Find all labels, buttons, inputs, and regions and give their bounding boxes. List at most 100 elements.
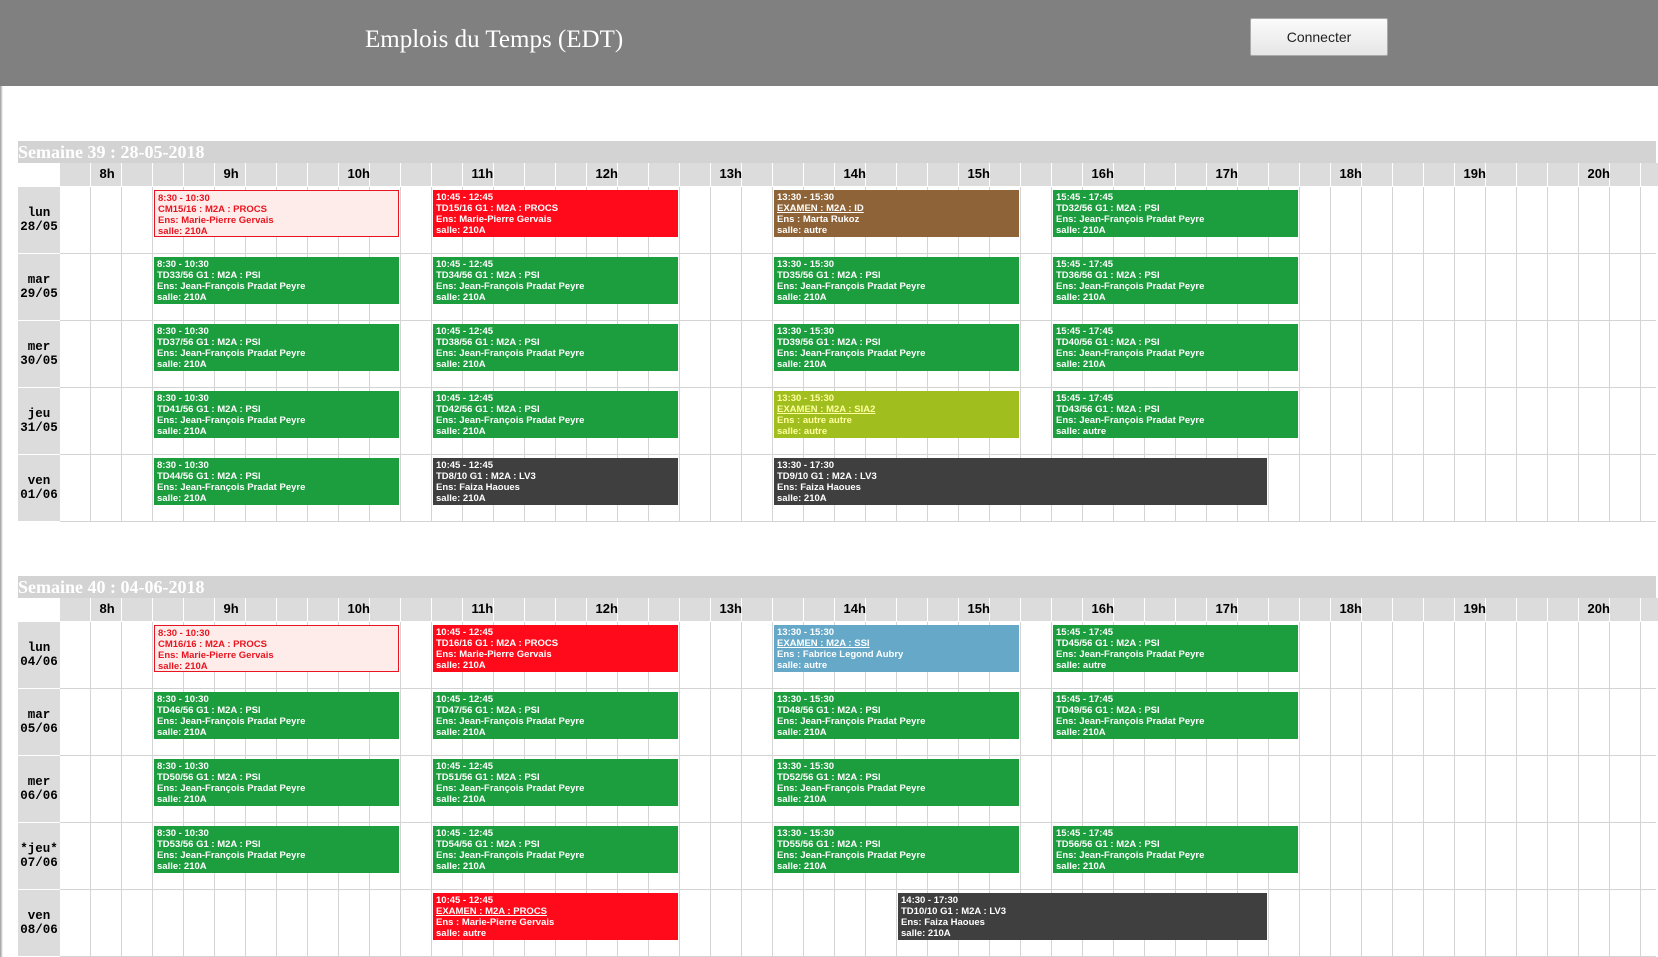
day-name: ven	[27, 909, 51, 923]
grid-line	[679, 187, 680, 254]
course-room: salle: 210A	[436, 727, 486, 738]
grid-line	[431, 321, 432, 388]
course-block[interactable]: 8:30 - 10:30 TD33/56 G1 : M2A : PSI Ens: J…	[154, 257, 399, 304]
grid-line	[1051, 689, 1052, 756]
course-block[interactable]: 10:45 - 12:45 TD16/16 G1 : M2A : PROCS Ens…	[433, 625, 678, 672]
grid-line	[152, 823, 153, 890]
grid-line	[896, 890, 897, 957]
week-title: Semaine 39 : 28-05-2018	[18, 141, 1656, 163]
course-block[interactable]: 15:45 - 17:45 TD40/56 G1 : M2A : PSI Ens: …	[1053, 324, 1298, 371]
grid-line	[1485, 455, 1486, 522]
course-block[interactable]: 13:30 - 15:30 TD35/56 G1 : M2A : PSI Ens: …	[774, 257, 1019, 304]
course-block[interactable]: 8:30 - 10:30 TD46/56 G1 : M2A : PSI Ens: J…	[154, 692, 399, 739]
course-block[interactable]: 8:30 - 10:30 TD53/56 G1 : M2A : PSI Ens: J…	[154, 826, 399, 873]
course-title: TD42/56 G1 : M2A : PSI	[436, 404, 540, 415]
hour-header-cell	[401, 163, 432, 187]
course-block[interactable]: 13:30 - 15:30 TD48/56 G1 : M2A : PSI Ens: …	[774, 692, 1019, 739]
grid-line	[1299, 823, 1300, 890]
hour-header-cell	[1517, 163, 1548, 187]
grid-line	[1392, 388, 1393, 455]
grid-line	[1330, 756, 1331, 823]
hour-header-cell	[1486, 598, 1517, 622]
hour-header-cell	[1052, 598, 1083, 622]
grid-line	[1578, 321, 1579, 388]
day-date: 29/05	[20, 287, 58, 301]
grid-line	[400, 187, 401, 254]
hour-header-cell	[866, 598, 897, 622]
course-block[interactable]: 13:30 - 15:30 EXAMEN : M2A : SIA2 Ens : au…	[774, 391, 1019, 438]
course-room: salle: 210A	[777, 493, 827, 504]
course-block[interactable]: 8:30 - 10:30 TD37/56 G1 : M2A : PSI Ens: J…	[154, 324, 399, 371]
course-block[interactable]: 8:30 - 10:30 TD50/56 G1 : M2A : PSI Ens: J…	[154, 759, 399, 806]
day-label: lun 04/06	[18, 622, 60, 689]
course-block[interactable]: 8:30 - 10:30 TD41/56 G1 : M2A : PSI Ens: J…	[154, 391, 399, 438]
grid-line	[1454, 689, 1455, 756]
grid-line	[741, 388, 742, 455]
course-block[interactable]: 10:45 - 12:45 TD38/56 G1 : M2A : PSI Ens: …	[433, 324, 678, 371]
grid-line	[1051, 321, 1052, 388]
course-room: salle: 210A	[436, 359, 486, 370]
course-time: 10:45 - 12:45	[436, 895, 494, 906]
course-block[interactable]: 8:30 - 10:30 CM15/16 : M2A : PROCS Ens: Ma…	[154, 190, 399, 237]
hour-header-cell	[1641, 163, 1658, 187]
connect-button[interactable]: Connecter	[1250, 18, 1388, 56]
grid-line	[400, 321, 401, 388]
grid-line	[1578, 187, 1579, 254]
course-block[interactable]: 10:45 - 12:45 TD15/16 G1 : M2A : PROCS Ens…	[433, 190, 678, 237]
course-block[interactable]: 10:45 - 12:45 TD42/56 G1 : M2A : PSI Ens: …	[433, 391, 678, 438]
grid-line	[741, 254, 742, 321]
hour-label: 8h	[99, 166, 115, 181]
grid-line	[152, 254, 153, 321]
grid-line	[121, 388, 122, 455]
grid-line	[1423, 689, 1424, 756]
app-title: Emplois du Temps (EDT)	[365, 26, 624, 53]
course-block[interactable]: 15:45 - 17:45 TD45/56 G1 : M2A : PSI Ens: …	[1053, 625, 1298, 672]
grid-line	[121, 756, 122, 823]
grid-line	[1330, 689, 1331, 756]
course-teacher: Ens: Jean-François Pradat Peyre	[436, 415, 585, 426]
day-row: lun 28/05 8:30 - 10:30 CM15/16 : M2A : PROC…	[18, 187, 1656, 254]
course-block[interactable]: 15:45 - 17:45 TD32/56 G1 : M2A : PSI Ens: …	[1053, 190, 1298, 237]
course-block[interactable]: 8:30 - 10:30 TD44/56 G1 : M2A : PSI Ens: J…	[154, 458, 399, 505]
course-block[interactable]: 13:30 - 15:30 TD52/56 G1 : M2A : PSI Ens: …	[774, 759, 1019, 806]
course-block[interactable]: 13:30 - 15:30 EXAMEN : M2A : SSI Ens : Fab…	[774, 625, 1019, 672]
course-block[interactable]: 15:45 - 17:45 TD43/56 G1 : M2A : PSI Ens: …	[1053, 391, 1298, 438]
day-label: mer 06/06	[18, 756, 60, 823]
grid-line	[400, 756, 401, 823]
course-block[interactable]: 14:30 - 17:30 TD10/10 G1 : M2A : LV3 Ens: …	[898, 893, 1267, 940]
hour-header-cell	[804, 598, 835, 622]
hour-label: 9h	[223, 166, 239, 181]
course-block[interactable]: 8:30 - 10:30 CM16/16 : M2A : PROCS Ens: Ma…	[154, 625, 399, 672]
course-block[interactable]: 13:30 - 17:30 TD9/10 G1 : M2A : LV3 Ens: F…	[774, 458, 1267, 505]
course-block[interactable]: 10:45 - 12:45 TD8/10 G1 : M2A : LV3 Ens: F…	[433, 458, 678, 505]
course-block[interactable]: 10:45 - 12:45 TD47/56 G1 : M2A : PSI Ens: …	[433, 692, 678, 739]
hour-header-cell	[618, 163, 649, 187]
course-title: CM15/16 : M2A : PROCS	[158, 204, 267, 215]
day-label: jeu 31/05	[18, 388, 60, 455]
grid-line	[1361, 388, 1362, 455]
course-block[interactable]: 10:45 - 12:45 TD51/56 G1 : M2A : PSI Ens: …	[433, 759, 678, 806]
grid-line	[1330, 890, 1331, 957]
course-block[interactable]: 15:45 - 17:45 TD36/56 G1 : M2A : PSI Ens: …	[1053, 257, 1298, 304]
hour-header-cell	[1517, 598, 1548, 622]
course-block[interactable]: 13:30 - 15:30 TD55/56 G1 : M2A : PSI Ens: …	[774, 826, 1019, 873]
course-block[interactable]: 10:45 - 12:45 TD34/56 G1 : M2A : PSI Ens: …	[433, 257, 678, 304]
course-block[interactable]: 10:45 - 12:45 TD54/56 G1 : M2A : PSI Ens: …	[433, 826, 678, 873]
hour-header-cell	[1114, 163, 1145, 187]
course-block[interactable]: 15:45 - 17:45 TD56/56 G1 : M2A : PSI Ens: …	[1053, 826, 1298, 873]
course-title: TD38/56 G1 : M2A : PSI	[436, 337, 540, 348]
hour-header-cell	[122, 598, 153, 622]
hour-header-cell	[60, 163, 91, 187]
grid-line	[1578, 622, 1579, 689]
course-block[interactable]: 13:30 - 15:30 EXAMEN : M2A : ID Ens : Mart…	[774, 190, 1019, 237]
course-block[interactable]: 10:45 - 12:45 EXAMEN : M2A : PROCS Ens : M…	[433, 893, 678, 940]
course-block[interactable]: 13:30 - 15:30 TD39/56 G1 : M2A : PSI Ens: …	[774, 324, 1019, 371]
hour-header-cell	[1238, 163, 1269, 187]
grid-line	[1547, 187, 1548, 254]
grid-line	[1609, 388, 1610, 455]
day-label: mar 05/06	[18, 689, 60, 756]
day-label: mer 30/05	[18, 321, 60, 388]
grid-line	[1423, 622, 1424, 689]
grid-line	[90, 388, 91, 455]
course-block[interactable]: 15:45 - 17:45 TD49/56 G1 : M2A : PSI Ens: …	[1053, 692, 1298, 739]
